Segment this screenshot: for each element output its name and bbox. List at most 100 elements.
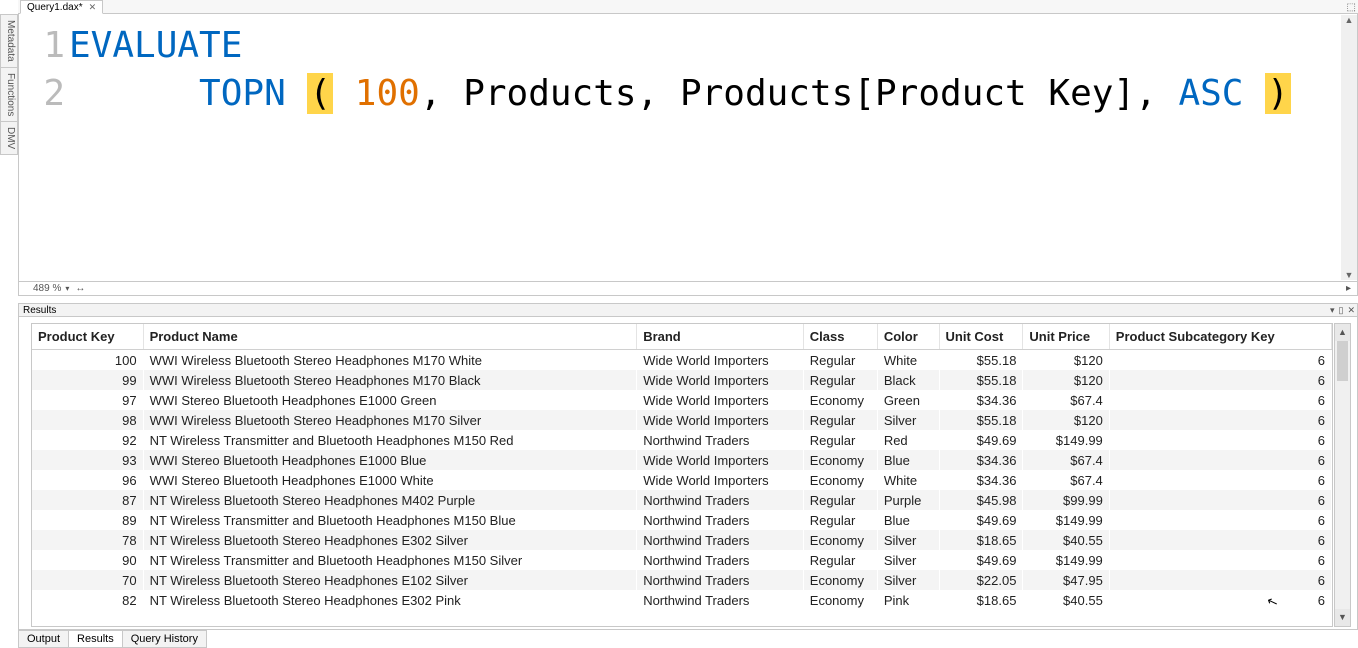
table-row[interactable]: 99WWI Wireless Bluetooth Stereo Headphon… <box>32 370 1332 390</box>
table-cell: $49.69 <box>939 550 1023 570</box>
table-row[interactable]: 96WWI Stereo Bluetooth Headphones E1000 … <box>32 470 1332 490</box>
side-tab-metadata[interactable]: Metadata <box>0 14 18 68</box>
file-tab-label: Query1.dax* <box>27 2 83 13</box>
table-cell: 82 <box>32 590 143 610</box>
close-icon[interactable]: ✕ <box>87 2 99 13</box>
table-cell: Northwind Traders <box>637 550 804 570</box>
zoom-level[interactable]: 489 % <box>33 283 61 294</box>
code-body[interactable]: EVALUATE TOPN ( 100, Products, Products[… <box>69 14 1357 281</box>
table-cell: $67.4 <box>1023 470 1109 490</box>
panel-close-icon[interactable]: ✕ <box>1347 305 1355 316</box>
results-grid[interactable]: Product KeyProduct NameBrandClassColorUn… <box>31 323 1333 627</box>
identifier: Products <box>463 73 636 114</box>
table-row[interactable]: 82NT Wireless Bluetooth Stereo Headphone… <box>32 590 1332 610</box>
column-header[interactable]: Unit Price <box>1023 324 1109 350</box>
table-cell: $40.55 <box>1023 590 1109 610</box>
panel-pin-icon[interactable]: ▯ <box>1339 305 1344 316</box>
table-cell: Economy <box>803 450 877 470</box>
bottom-tab-results[interactable]: Results <box>68 630 123 648</box>
column-header[interactable]: Unit Cost <box>939 324 1023 350</box>
table-row[interactable]: 90NT Wireless Transmitter and Bluetooth … <box>32 550 1332 570</box>
column-header[interactable]: Product Key <box>32 324 143 350</box>
table-cell: 87 <box>32 490 143 510</box>
bottom-tab-output[interactable]: Output <box>18 630 69 648</box>
table-cell: $149.99 <box>1023 550 1109 570</box>
table-cell: NT Wireless Transmitter and Bluetooth He… <box>143 510 637 530</box>
table-cell: Northwind Traders <box>637 490 804 510</box>
bottom-tab-history[interactable]: Query History <box>122 630 207 648</box>
file-tab-active[interactable]: Query1.dax* ✕ <box>20 0 103 14</box>
table-cell: Regular <box>803 550 877 570</box>
table-row[interactable]: 87NT Wireless Bluetooth Stereo Headphone… <box>32 490 1332 510</box>
table-cell: $18.65 <box>939 530 1023 550</box>
table-cell: $149.99 <box>1023 510 1109 530</box>
scroll-down-icon[interactable]: ▼ <box>1341 270 1357 280</box>
column-header[interactable]: Brand <box>637 324 804 350</box>
table-row[interactable]: 98WWI Wireless Bluetooth Stereo Headphon… <box>32 410 1332 430</box>
table-cell: $49.69 <box>939 510 1023 530</box>
table-cell: Black <box>877 370 939 390</box>
table-cell: $99.99 <box>1023 490 1109 510</box>
table-cell: WWI Wireless Bluetooth Stereo Headphones… <box>143 410 637 430</box>
table-cell: Northwind Traders <box>637 430 804 450</box>
scroll-thumb[interactable] <box>1337 341 1348 381</box>
table-cell: $34.36 <box>939 450 1023 470</box>
hscroll-right-icon[interactable]: ▸ <box>1346 283 1351 294</box>
zoom-dropdown-icon[interactable]: ▾ <box>65 284 69 293</box>
table-row[interactable]: 89NT Wireless Transmitter and Bluetooth … <box>32 510 1332 530</box>
editor-vertical-scrollbar[interactable]: ▲ ▼ <box>1341 15 1357 280</box>
table-cell: 70 <box>32 570 143 590</box>
table-cell: $149.99 <box>1023 430 1109 450</box>
table-cell: 78 <box>32 530 143 550</box>
table-cell: NT Wireless Bluetooth Stereo Headphones … <box>143 490 637 510</box>
table-cell: 6 <box>1109 490 1331 510</box>
scroll-up-icon[interactable]: ▲ <box>1341 15 1357 25</box>
table-cell: $34.36 <box>939 470 1023 490</box>
table-cell: $40.55 <box>1023 530 1109 550</box>
scroll-up-icon[interactable]: ▲ <box>1335 324 1350 341</box>
column-header[interactable]: Color <box>877 324 939 350</box>
table-cell: 6 <box>1109 430 1331 450</box>
table-cell: Regular <box>803 490 877 510</box>
table-cell: $67.4 <box>1023 450 1109 470</box>
table-cell: 92 <box>32 430 143 450</box>
keyword-topn: TOPN <box>199 73 307 114</box>
table-cell: NT Wireless Bluetooth Stereo Headphones … <box>143 530 637 550</box>
table-cell: Economy <box>803 570 877 590</box>
table-cell: NT Wireless Transmitter and Bluetooth He… <box>143 550 637 570</box>
column-header[interactable]: Class <box>803 324 877 350</box>
table-cell: Purple <box>877 490 939 510</box>
grid-vertical-scrollbar[interactable]: ▲ ▼ <box>1334 323 1351 627</box>
table-row[interactable]: 70NT Wireless Bluetooth Stereo Headphone… <box>32 570 1332 590</box>
table-cell: Northwind Traders <box>637 570 804 590</box>
window-options-icon[interactable]: ⬚ <box>1347 2 1356 13</box>
scroll-down-icon[interactable]: ▼ <box>1335 609 1350 626</box>
column-header[interactable]: Product Name <box>143 324 637 350</box>
table-cell: Economy <box>803 590 877 610</box>
keyword-evaluate: EVALUATE <box>69 25 242 66</box>
code-editor[interactable]: 1 2 EVALUATE TOPN ( 100, Products, Produ… <box>18 14 1358 282</box>
table-cell: Economy <box>803 390 877 410</box>
table-cell: Northwind Traders <box>637 590 804 610</box>
table-row[interactable]: 78NT Wireless Bluetooth Stereo Headphone… <box>32 530 1332 550</box>
table-cell: Economy <box>803 470 877 490</box>
table-cell: 6 <box>1109 450 1331 470</box>
table-cell: Regular <box>803 350 877 371</box>
column-header[interactable]: Product Subcategory Key <box>1109 324 1331 350</box>
zoom-handle-icon[interactable]: ↔ <box>75 283 85 294</box>
side-tab-functions[interactable]: Functions <box>0 67 18 122</box>
zoom-bar: 489 % ▾ ↔ ▸ <box>18 282 1358 296</box>
line-number: 2 <box>19 70 65 118</box>
table-cell: 96 <box>32 470 143 490</box>
table-cell: 6 <box>1109 530 1331 550</box>
table-cell: WWI Stereo Bluetooth Headphones E1000 Wh… <box>143 470 637 490</box>
bracket-close: ) <box>1265 73 1291 114</box>
table-row[interactable]: 92NT Wireless Transmitter and Bluetooth … <box>32 430 1332 450</box>
table-row[interactable]: 100WWI Wireless Bluetooth Stereo Headpho… <box>32 350 1332 371</box>
table-cell: $22.05 <box>939 570 1023 590</box>
table-row[interactable]: 97WWI Stereo Bluetooth Headphones E1000 … <box>32 390 1332 410</box>
panel-dropdown-icon[interactable]: ▾ <box>1330 305 1335 316</box>
table-cell: Blue <box>877 510 939 530</box>
table-row[interactable]: 93WWI Stereo Bluetooth Headphones E1000 … <box>32 450 1332 470</box>
side-tab-dmv[interactable]: DMV <box>0 121 18 155</box>
